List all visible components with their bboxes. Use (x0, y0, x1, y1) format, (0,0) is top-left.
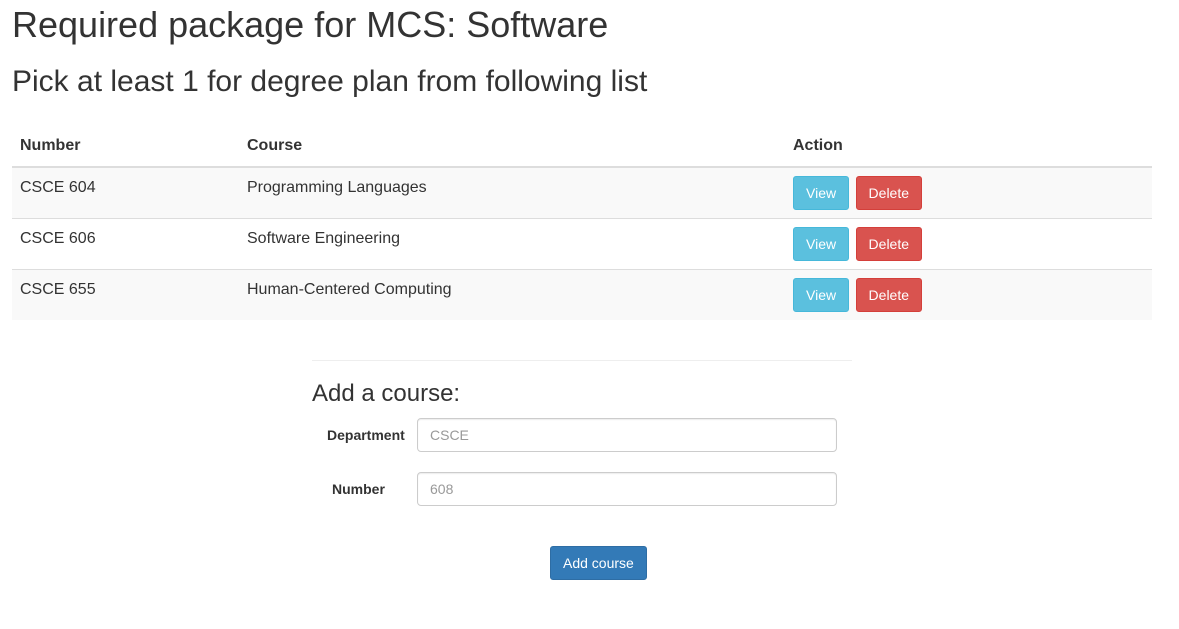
table-header-row: Number Course Action (12, 126, 1152, 168)
cell-actions: View Delete (785, 269, 1152, 320)
cell-actions: View Delete (785, 218, 1152, 270)
courses-table: Number Course Action CSCE 604 Programmin… (12, 126, 1152, 320)
add-course-button[interactable]: Add course (550, 546, 647, 580)
column-header-action: Action (785, 126, 1152, 168)
cell-course: Programming Languages (239, 167, 785, 219)
cell-number: CSCE 604 (12, 167, 239, 219)
course-number: CSCE 606 (20, 230, 96, 247)
cell-course: Software Engineering (239, 218, 785, 270)
course-number: CSCE 655 (20, 281, 96, 298)
cell-actions: View Delete (785, 167, 1152, 219)
row-actions: View Delete (793, 219, 1144, 261)
row-actions: View Delete (793, 168, 1144, 210)
table-row: CSCE 606 Software Engineering View Delet… (12, 218, 1152, 270)
delete-button[interactable]: Delete (855, 176, 923, 210)
row-actions: View Delete (793, 270, 1144, 312)
course-number: CSCE 604 (20, 179, 96, 196)
table-row: CSCE 604 Programming Languages View Dele… (12, 167, 1152, 219)
department-input[interactable] (417, 418, 837, 452)
course-name: Programming Languages (247, 179, 427, 196)
view-button[interactable]: View (793, 176, 850, 210)
course-name: Human-Centered Computing (247, 281, 452, 298)
number-label: Number (332, 481, 385, 497)
column-header-course: Course (239, 126, 785, 168)
column-header-number: Number (12, 126, 239, 168)
view-button[interactable]: View (793, 227, 850, 261)
add-course-heading: Add a course: (312, 380, 461, 407)
delete-button[interactable]: Delete (855, 227, 923, 261)
cell-number: CSCE 606 (12, 218, 239, 270)
delete-button[interactable]: Delete (855, 278, 923, 312)
view-button[interactable]: View (793, 278, 850, 312)
page-subtitle: Pick at least 1 for degree plan from fol… (12, 65, 648, 98)
cell-number: CSCE 655 (12, 269, 239, 320)
department-label: Department (327, 427, 405, 443)
page-title: Required package for MCS: Software (12, 4, 609, 45)
course-name: Software Engineering (247, 230, 400, 247)
cell-course: Human-Centered Computing (239, 269, 785, 320)
section-divider (312, 360, 852, 361)
table-row: CSCE 655 Human-Centered Computing View D… (12, 269, 1152, 320)
page: Required package for MCS: Software Pick … (0, 0, 1179, 629)
number-input[interactable] (417, 472, 837, 506)
